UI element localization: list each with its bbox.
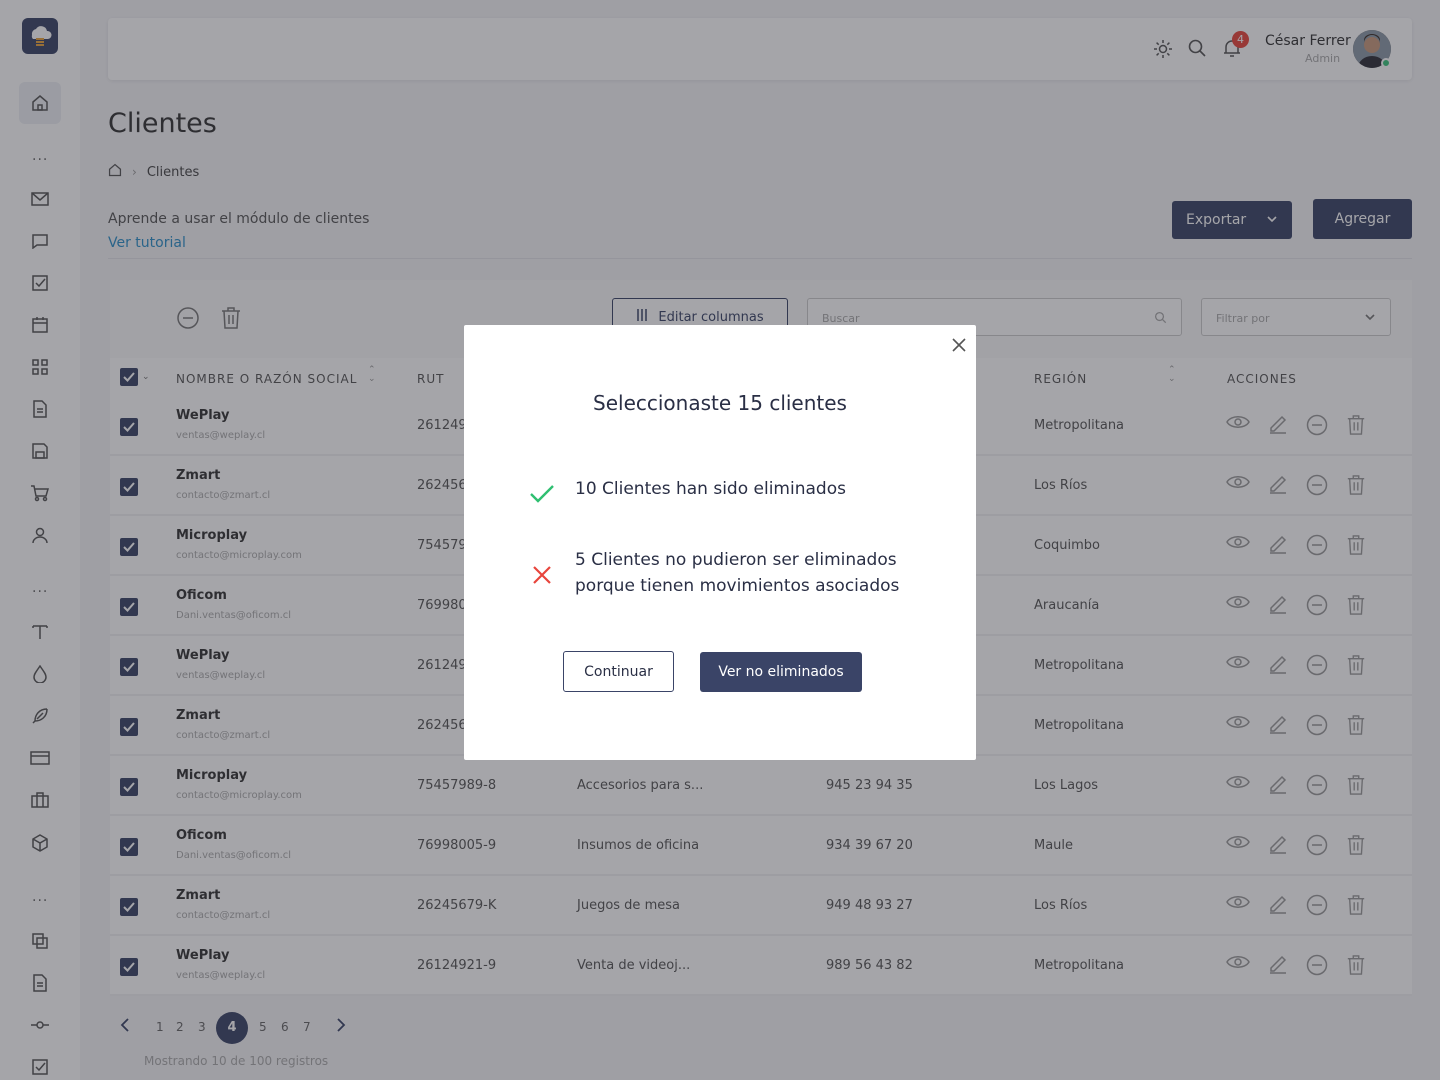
- delete-result-modal: Seleccionaste 15 clientes 10 Clientes ha…: [464, 325, 976, 760]
- check-icon: [529, 483, 555, 509]
- modal-title: Seleccionaste 15 clientes: [593, 391, 847, 415]
- continue-button[interactable]: Continuar: [563, 651, 674, 692]
- view-not-deleted-button[interactable]: Ver no eliminados: [700, 652, 862, 692]
- close-icon[interactable]: [951, 337, 967, 353]
- error-message: 5 Clientes no pudieron ser eliminados po…: [575, 547, 899, 599]
- success-message: 10 Clientes han sido eliminados: [575, 479, 846, 499]
- x-icon: [532, 565, 552, 589]
- error-message-line1: 5 Clientes no pudieron ser eliminados: [575, 550, 897, 570]
- error-message-line2: porque tienen movimientos asociados: [575, 576, 900, 596]
